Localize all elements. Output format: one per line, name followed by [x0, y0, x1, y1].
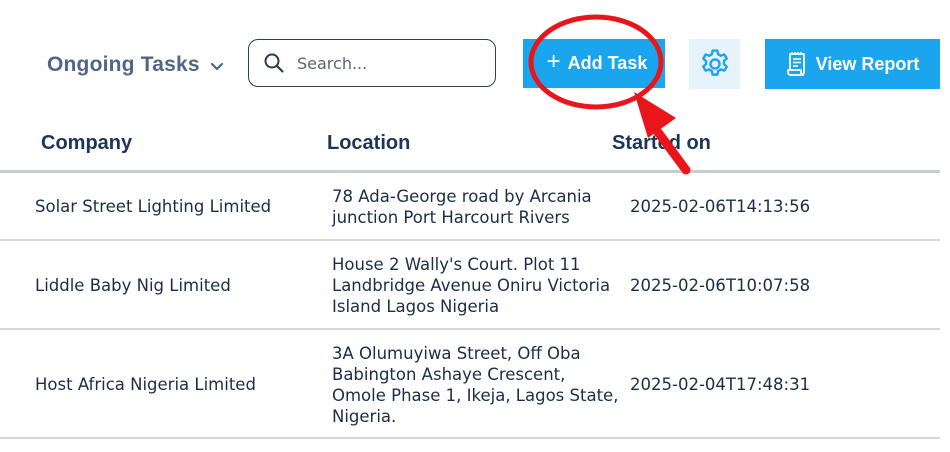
- cell-location: House 2 Wally's Court. Plot 11 Landbridg…: [332, 255, 611, 316]
- view-report-label: View Report: [815, 53, 920, 74]
- task-filter-dropdown[interactable]: Ongoing Tasks: [47, 50, 224, 80]
- column-header-location: Location: [327, 132, 411, 154]
- view-report-button[interactable]: View Report: [765, 39, 940, 89]
- add-task-button[interactable]: + Add Task: [523, 39, 665, 88]
- cell-started-on: 2025-02-06T14:13:56: [630, 197, 811, 216]
- cell-started-on: 2025-02-06T10:07:58: [630, 276, 811, 295]
- table-row[interactable]: Solar Street Lighting Limited 78 Ada-Geo…: [0, 173, 940, 239]
- cell-location: 3A Olumuyiwa Street, Off Oba Babington A…: [332, 344, 619, 426]
- plus-icon: +: [546, 48, 561, 75]
- search-icon: [264, 53, 284, 73]
- column-header-company: Company: [41, 132, 133, 154]
- table-row[interactable]: Host Africa Nigeria Limited 3A Olumuyiwa…: [0, 330, 940, 436]
- row-divider: [0, 437, 940, 439]
- gear-icon: [701, 49, 728, 76]
- cell-location: 78 Ada-George road by Arcania junction P…: [332, 187, 592, 227]
- chevron-down-icon: [210, 62, 223, 71]
- cell-company: Solar Street Lighting Limited: [35, 197, 272, 216]
- cell-started-on: 2025-02-04T17:48:31: [630, 375, 811, 394]
- table-row[interactable]: Liddle Baby Nig Limited House 2 Wally's …: [0, 241, 940, 327]
- cell-company: Host Africa Nigeria Limited: [35, 375, 256, 394]
- search-box[interactable]: [248, 39, 496, 87]
- report-icon: [786, 52, 805, 76]
- add-task-label: Add Task: [567, 53, 648, 73]
- cell-company: Liddle Baby Nig Limited: [35, 276, 231, 295]
- filter-label: Ongoing Tasks: [47, 53, 200, 76]
- search-input[interactable]: [297, 53, 477, 73]
- column-header-started-on: Started on: [612, 132, 711, 154]
- settings-button[interactable]: [689, 39, 740, 89]
